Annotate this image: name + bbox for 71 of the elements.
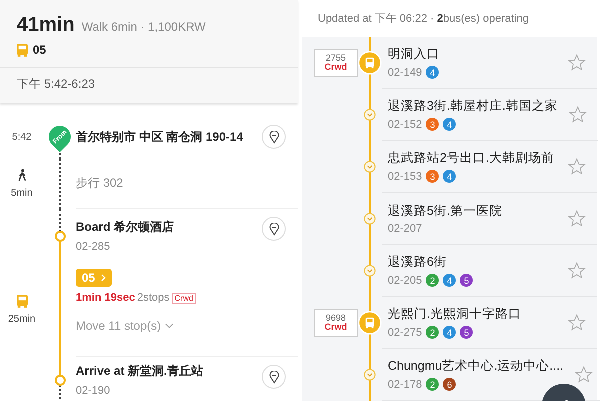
line-badge: 4 [426,66,440,79]
line-badge: 6 [443,378,456,391]
line-badge: 4 [443,274,456,287]
stop-id: 02-153 [388,170,422,182]
stop-id: 02-149 [388,66,422,78]
line-badge: 3 [426,170,440,183]
bus-number: 2755 [326,54,346,63]
favorite-star-icon[interactable] [568,262,586,280]
bus-icon [17,44,28,56]
stop-name[interactable]: 退溪路3街.韩屋村庄.韩国之家 [388,98,558,115]
map-pin-button[interactable] [262,365,286,389]
map-pin-icon [268,370,280,384]
stop-id: 02-178 [388,378,422,390]
line-badge: 3 [426,118,440,131]
walk-instruction: 步行 302 [76,175,124,192]
board-stop-name: Board 希尔顿酒店 [76,219,174,236]
stop-id: 02-205 [388,274,422,286]
stop-name[interactable]: 退溪路6街 [388,254,557,271]
update-status-text: Updated at 下午 06:22 · 2bus(es) operating [318,12,529,26]
arrival-stop-name: Arrive at 新堂洞.青丘站 [76,363,204,380]
crowding-tag: Crwd [172,292,196,304]
favorite-star-icon[interactable] [568,106,587,124]
stop-name[interactable]: 光熙门.光熙洞十字路口 [388,306,557,323]
map-pin-icon [268,130,280,144]
start-address: 首尔特别市 中区 南仓洞 190-14 [76,128,244,146]
map-pin-icon [268,222,280,236]
chevron-down-icon [165,323,174,329]
bus-number: 9698 [326,314,346,323]
crowding-label: Crwd [324,63,348,72]
stop-chevron-icon [364,161,376,173]
stop-id: 02-275 [388,326,422,338]
favorite-star-icon[interactable] [568,158,586,176]
trip-duration: 41min [17,14,75,37]
stop-name[interactable]: Chungmu艺术中心.运动中心.... [388,358,564,375]
bus-route-number: 05 [33,43,46,57]
map-pin-button[interactable] [262,125,286,149]
line-badge: 4 [443,170,456,183]
stops-away: 2stops [137,292,170,304]
line-badge: 5 [460,326,474,339]
walking-person-icon [18,169,26,182]
stop-id: 02-152 [388,118,422,130]
crowding-label: Crwd [324,323,348,332]
line-badge: 2 [426,274,440,287]
line-badge: 2 [426,326,440,339]
stop-name[interactable]: 明洞入口 [388,46,557,63]
stop-chevron-icon [364,109,376,121]
favorite-star-icon[interactable] [568,210,586,228]
line-badge: 5 [460,274,474,287]
walk-duration: 5min [11,188,33,199]
walk-fare-text: Walk 6min · 1,100KRW [82,20,206,34]
line-badge: 2 [426,378,440,391]
bus-icon [16,295,28,308]
stop-name[interactable]: 退溪路5街.第一医院 [388,202,557,220]
stop-chevron-icon [364,369,376,381]
line-badge: 4 [443,326,456,339]
ride-duration: 25min [8,314,36,325]
departure-time: 5:42 [12,132,32,142]
stop-chevron-icon [364,213,376,225]
stop-name[interactable]: 忠武路站2号出口.大韩剧场前 [388,150,557,167]
stop-id: 02-285 [76,241,110,253]
favorite-star-icon[interactable] [574,366,593,384]
stop-chevron-icon [364,265,376,277]
chevron-right-icon [100,274,106,282]
favorite-star-icon[interactable] [568,314,586,332]
stop-id: 02-190 [76,385,110,397]
arrival-time: 1min 19sec [76,292,136,304]
map-pin-button[interactable] [262,217,286,241]
stop-id: 02-207 [388,222,422,234]
favorite-star-icon[interactable] [568,54,586,72]
line-badge: 4 [443,118,456,131]
time-range: 下午 5:42-6:23 [17,77,96,91]
